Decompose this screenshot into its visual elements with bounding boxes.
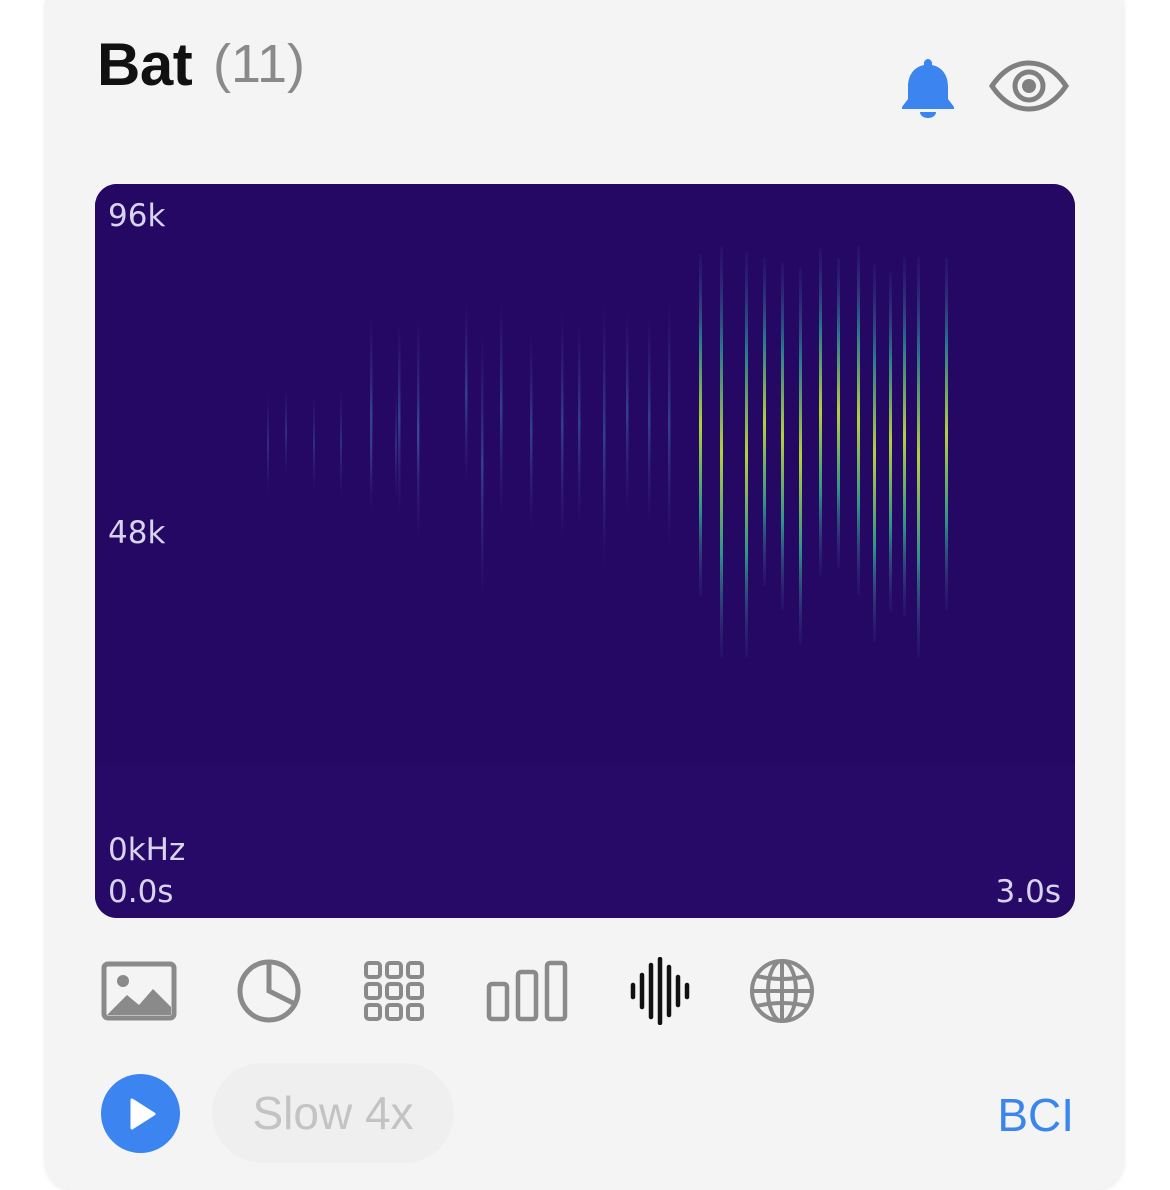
- y-axis-min-label: 0kHz: [108, 832, 186, 868]
- source-link[interactable]: BCI: [997, 1088, 1074, 1142]
- y-axis-max-label: 96k: [108, 198, 166, 234]
- bell-icon[interactable]: [898, 55, 958, 119]
- pie-chart-icon[interactable]: [235, 955, 303, 1027]
- eye-icon[interactable]: [988, 60, 1070, 112]
- play-icon: [130, 1098, 155, 1129]
- spectrogram-image: [95, 184, 1075, 918]
- playback-speed-button[interactable]: Slow 4x: [212, 1063, 454, 1163]
- image-icon[interactable]: [100, 955, 178, 1027]
- y-axis-mid-label: 48k: [108, 515, 166, 551]
- waveform-icon[interactable]: [628, 955, 692, 1027]
- x-axis-start-label: 0.0s: [108, 874, 174, 910]
- detection-count: (11): [213, 34, 306, 94]
- x-axis-end-label: 3.0s: [995, 874, 1061, 910]
- species-title: Bat: [97, 31, 193, 98]
- spectrogram[interactable]: 96k 48k 0kHz 0.0s 3.0s: [95, 184, 1075, 918]
- globe-icon[interactable]: [748, 955, 816, 1027]
- grid-icon[interactable]: [362, 955, 426, 1027]
- bar-chart-icon[interactable]: [486, 955, 568, 1027]
- play-button[interactable]: [101, 1074, 180, 1153]
